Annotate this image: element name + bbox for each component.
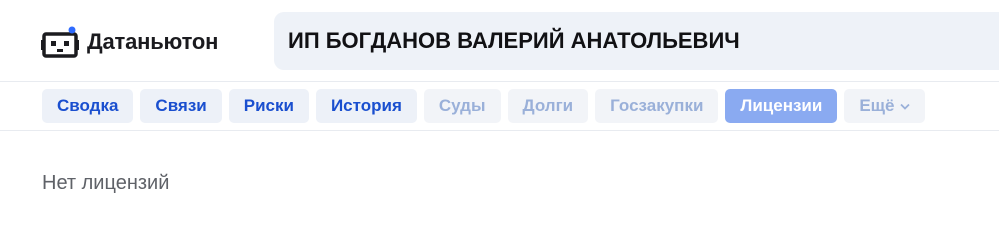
tab-licenzii[interactable]: Лицензии [725, 89, 838, 123]
robot-icon [41, 26, 79, 58]
tab-riski[interactable]: Риски [228, 89, 309, 123]
tab-label: Долги [522, 96, 574, 115]
tab-istoriya[interactable]: История [315, 89, 417, 123]
tab-label: Риски [243, 96, 294, 115]
tab-label: Суды [438, 96, 486, 115]
chevron-down-icon [900, 103, 911, 110]
tab-dolgi[interactable]: Долги [507, 89, 589, 123]
search-input[interactable]: ИП БОГДАНОВ ВАЛЕРИЙ АНАТОЛЬЕВИЧ [274, 12, 999, 70]
section-tabs: Сводка Связи Риски История Суды Долги Го… [42, 89, 926, 125]
tab-goszakupki[interactable]: Госзакупки [595, 89, 719, 123]
tab-label: Сводка [57, 96, 119, 115]
tab-svyazi[interactable]: Связи [140, 89, 222, 123]
logo[interactable]: Датаньютон [41, 22, 218, 62]
top-bar: Датаньютон ИП БОГДАНОВ ВАЛЕРИЙ АНАТОЛЬЕВ… [0, 0, 999, 82]
tab-svodka[interactable]: Сводка [42, 89, 134, 123]
tab-label: Связи [155, 96, 207, 115]
tab-sudy[interactable]: Суды [423, 89, 501, 123]
search-value: ИП БОГДАНОВ ВАЛЕРИЙ АНАТОЛЬЕВИЧ [288, 28, 740, 53]
tab-label: Ещё [859, 96, 895, 115]
tab-label: Лицензии [740, 96, 823, 115]
empty-state-message: Нет лицензий [42, 172, 170, 194]
tabs-divider [0, 130, 999, 131]
logo-text: Датаньютон [87, 29, 219, 54]
tab-more[interactable]: Ещё [844, 89, 926, 123]
tab-label: История [330, 96, 402, 115]
tab-label: Госзакупки [610, 96, 704, 115]
